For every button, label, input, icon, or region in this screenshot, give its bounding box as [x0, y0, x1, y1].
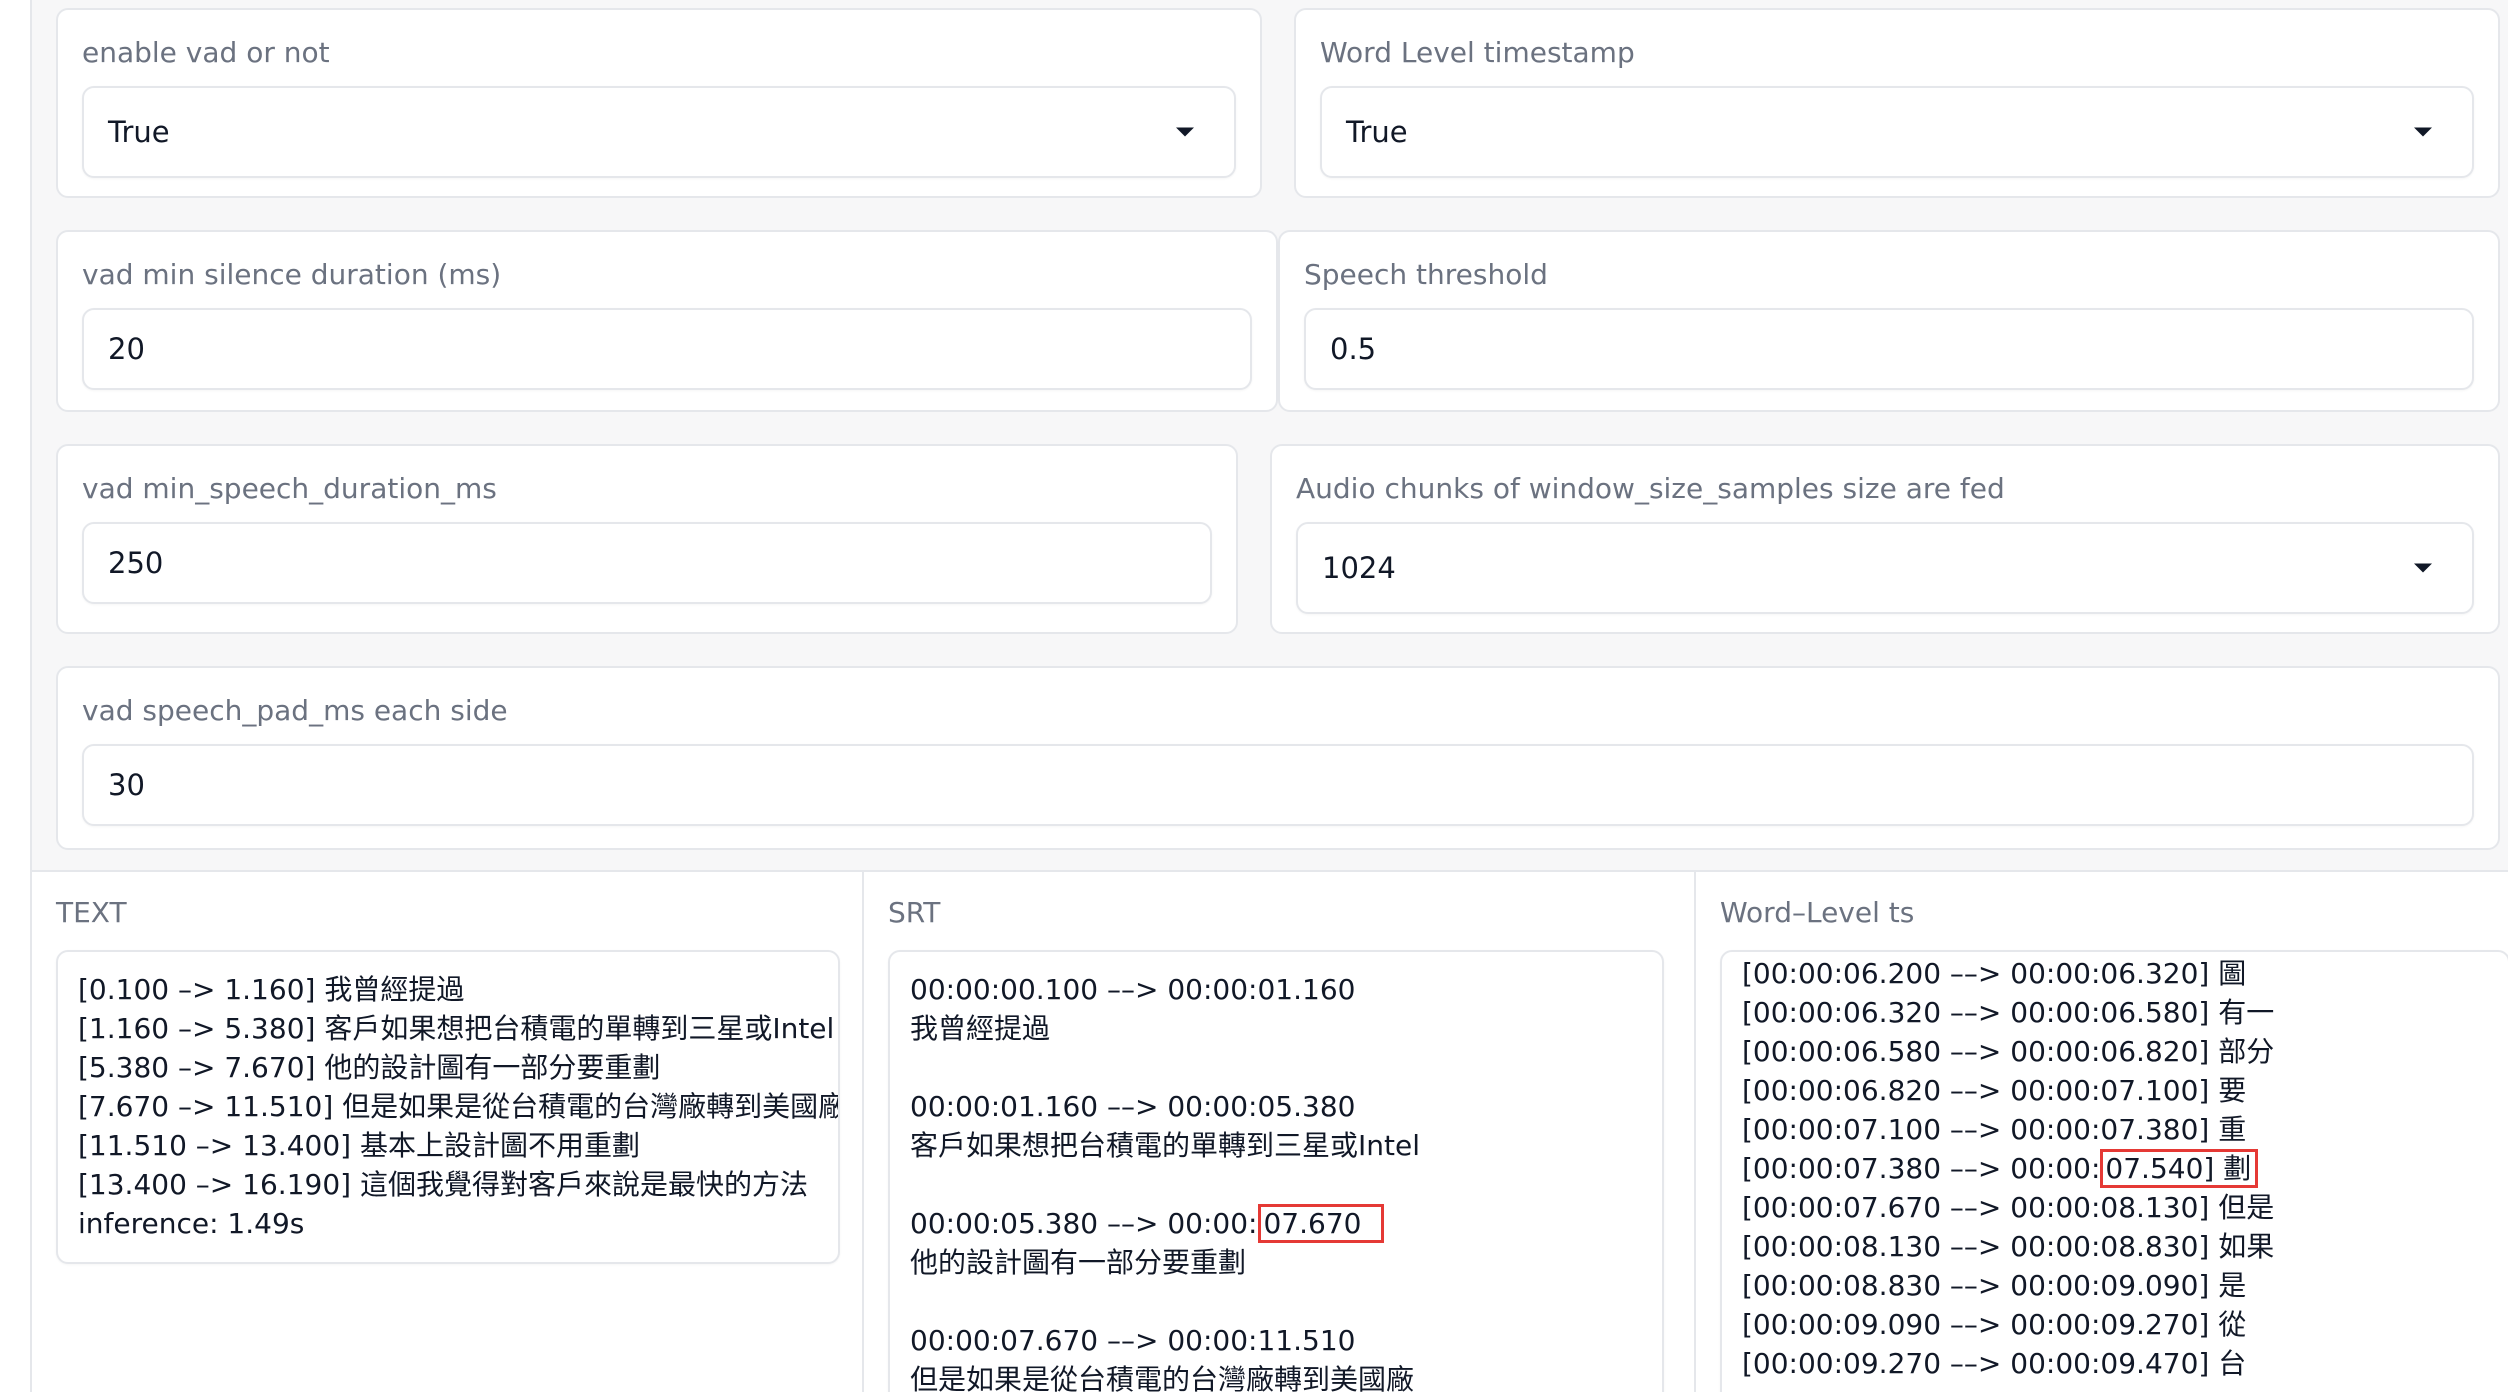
speech-pad-value: 30 [108, 768, 145, 802]
srt-output-area[interactable]: 00:00:00.100 ––> 00:00:01.160 我曾經提過 00:0… [888, 950, 1664, 1392]
text-output-line: [5.380 –> 7.670] 他的設計圖有一部分要重劃 [78, 1051, 661, 1084]
word-level-label: Word Level timestamp [1320, 36, 1635, 69]
word-ts-line-part: [00:00:07.380 ––> 00:00: [1742, 1152, 2101, 1185]
word-ts-line: [00:00:09.090 ––> 00:00:09.270] 從 [1742, 1308, 2247, 1341]
srt-line: 但是如果是從台積電的台灣廠轉到美國廠 [910, 1363, 1415, 1392]
window-size-block: Audio chunks of window_size_samples size… [1270, 444, 2500, 634]
word-ts-line: [00:00:06.200 ––> 00:00:06.320] 圖 [1742, 957, 2247, 990]
srt-output-label: SRT [888, 896, 941, 929]
srt-line-part: 00:00:05.380 ––> 00:00: [910, 1207, 1258, 1240]
window-size-dropdown[interactable]: 1024 [1296, 522, 2474, 614]
min-silence-value: 20 [108, 332, 145, 366]
srt-line: 我曾經提過 [910, 1012, 1051, 1045]
word-ts-line: [00:00:09.270 ––> 00:00:09.470] 台 [1742, 1347, 2247, 1380]
word-ts-output-area[interactable]: [00:00:06.200 ––> 00:00:06.320] 圖 [00:00… [1720, 950, 2508, 1392]
word-ts-line: [00:00:08.130 ––> 00:00:08.830] 如果 [1742, 1230, 2275, 1263]
srt-line: 00:00:07.670 ––> 00:00:11.510 [910, 1324, 1356, 1357]
min-silence-block: vad min silence duration (ms) 20 [56, 230, 1278, 412]
min-speech-block: vad min_speech_duration_ms 250 [56, 444, 1238, 634]
word-level-block: Word Level timestamp True [1294, 8, 2500, 198]
text-output-line: [13.400 –> 16.190] 這個我覺得對客戶來說是最快的方法 [78, 1168, 808, 1201]
srt-line [910, 1048, 1652, 1087]
min-speech-input[interactable]: 250 [82, 522, 1212, 604]
word-ts-line: [00:00:07.100 ––> 00:00:07.380] 重 [1742, 1113, 2247, 1146]
word-ts-line: [00:00:08.830 ––> 00:00:09.090] 是 [1742, 1269, 2247, 1302]
speech-threshold-value: 0.5 [1330, 332, 1377, 366]
min-silence-label: vad min silence duration (ms) [82, 258, 502, 291]
srt-output-panel: SRT 00:00:00.100 ––> 00:00:01.160 我曾經提過 … [864, 872, 1696, 1392]
highlight-box: 07.540] 劃 [2100, 1149, 2259, 1188]
min-speech-label: vad min_speech_duration_ms [82, 472, 497, 505]
text-output-line: [11.510 –> 13.400] 基本上設計圖不用重劃 [78, 1129, 640, 1162]
word-ts-output-panel: Word–Level ts [00:00:06.200 ––> 00:00:06… [1696, 872, 2508, 1392]
chevron-down-icon [2414, 127, 2432, 137]
srt-line: 他的設計圖有一部分要重劃 [910, 1246, 1247, 1279]
inference-time: inference: 1.49s [78, 1207, 305, 1240]
text-output-area[interactable]: [0.100 –> 1.160] 我曾經提過 [1.160 –> 5.380] … [56, 950, 840, 1264]
vad-enable-value: True [108, 115, 170, 149]
app-page: enable vad or not True Word Level timest… [0, 0, 2508, 1392]
window-size-value: 1024 [1322, 551, 1396, 585]
srt-line [910, 1282, 1652, 1321]
word-ts-line: [00:00:06.820 ––> 00:00:07.100] 要 [1742, 1074, 2247, 1107]
highlight-box: 07.670 [1258, 1204, 1385, 1243]
vad-enable-label: enable vad or not [82, 36, 330, 69]
speech-pad-label: vad speech_pad_ms each side [82, 694, 508, 727]
word-ts-output-label: Word–Level ts [1720, 896, 1915, 929]
word-ts-line: [00:00:06.580 ––> 00:00:06.820] 部分 [1742, 1035, 2275, 1068]
window-size-label: Audio chunks of window_size_samples size… [1296, 472, 2005, 505]
srt-line: 00:00:01.160 ––> 00:00:05.380 [910, 1090, 1356, 1123]
text-output-line: [1.160 –> 5.380] 客戶如果想把台積電的單轉到三星或Intel [78, 1012, 835, 1045]
chevron-down-icon [2414, 563, 2432, 573]
vad-enable-dropdown[interactable]: True [82, 86, 1236, 178]
word-ts-line: [00:00:07.380 ––> 00:00: 07.540] 劃 [1742, 1149, 2498, 1188]
text-output-line: [7.670 –> 11.510] 但是如果是從台積電的台灣廠轉到美國廠 [78, 1090, 840, 1123]
speech-pad-input[interactable]: 30 [82, 744, 2474, 826]
srt-line: 客戶如果想把台積電的單轉到三星或Intel [910, 1129, 1420, 1162]
word-level-dropdown[interactable]: True [1320, 86, 2474, 178]
speech-threshold-label: Speech threshold [1304, 258, 1548, 291]
srt-line: 00:00:00.100 ––> 00:00:01.160 [910, 973, 1356, 1006]
word-ts-line: [00:00:06.320 ––> 00:00:06.580] 有一 [1742, 996, 2275, 1029]
min-speech-value: 250 [108, 546, 164, 580]
speech-threshold-input[interactable]: 0.5 [1304, 308, 2474, 390]
srt-line: 00:00:05.380 ––> 00:00: 07.670 [910, 1204, 1652, 1243]
text-output-panel: TEXT [0.100 –> 1.160] 我曾經提過 [1.160 –> 5.… [32, 872, 864, 1392]
word-ts-line: [00:00:07.670 ––> 00:00:08.130] 但是 [1742, 1191, 2275, 1224]
srt-line [910, 1165, 1652, 1204]
word-level-value: True [1346, 115, 1408, 149]
chevron-down-icon [1176, 127, 1194, 137]
speech-threshold-block: Speech threshold 0.5 [1278, 230, 2500, 412]
vad-enable-block: enable vad or not True [56, 8, 1262, 198]
text-output-line: [0.100 –> 1.160] 我曾經提過 [78, 973, 465, 1006]
speech-pad-block: vad speech_pad_ms each side 30 [56, 666, 2500, 850]
min-silence-input[interactable]: 20 [82, 308, 1252, 390]
text-output-label: TEXT [56, 896, 127, 929]
